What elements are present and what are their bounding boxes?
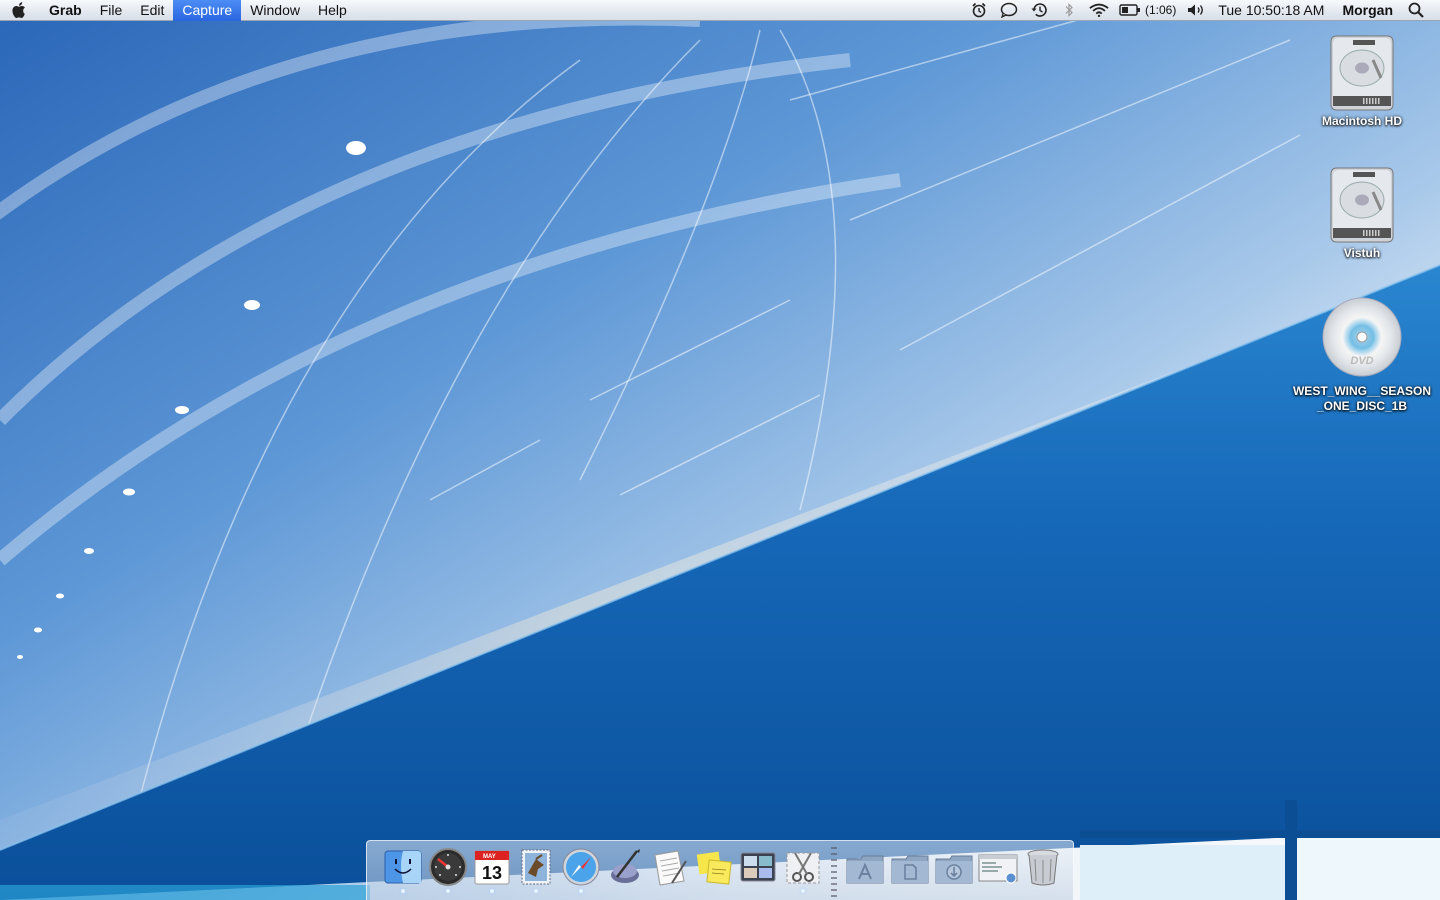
- trash-icon: [1027, 849, 1059, 886]
- volume-icon[interactable]: [1186, 0, 1206, 21]
- downloads-folder-icon: [935, 855, 973, 884]
- running-indicator: [800, 889, 805, 893]
- dock-dashboard[interactable]: [427, 847, 468, 895]
- running-indicator: [445, 889, 450, 893]
- ical-date: 13: [482, 863, 502, 883]
- menu-window[interactable]: Window: [241, 0, 309, 21]
- dock-trash[interactable]: [1022, 847, 1063, 895]
- script-editor-icon: [611, 849, 641, 883]
- dvd-disc-icon: DVD: [1322, 297, 1402, 377]
- dvd-logo: DVD: [1350, 355, 1373, 367]
- menu-file[interactable]: File: [91, 0, 132, 21]
- app-menu-grab[interactable]: Grab: [40, 0, 91, 21]
- grab-scissors-icon: [786, 852, 820, 884]
- battery-time: (1:06): [1144, 3, 1177, 17]
- desktop-wallpaper: [0, 0, 1440, 900]
- dock-downloads-stack[interactable]: [933, 847, 974, 895]
- wifi-icon[interactable]: [1089, 0, 1109, 21]
- alarm-clock-icon[interactable]: [969, 0, 989, 21]
- ichat-bubble-icon[interactable]: [999, 0, 1019, 21]
- desktop-icon-dvd[interactable]: DVD WEST_WING__SEASON_ONE_DISC_1B: [1287, 296, 1437, 414]
- running-indicator: [534, 889, 539, 893]
- dock: MAY 13: [366, 840, 1074, 900]
- documents-folder-icon: [891, 855, 929, 884]
- running-indicator: [490, 889, 495, 893]
- stickies-icon: [696, 851, 732, 885]
- battery-icon: [1119, 4, 1140, 16]
- dock-finder[interactable]: [383, 847, 424, 895]
- desktop-icon-label: Vistuh: [1343, 246, 1381, 260]
- time-machine-icon[interactable]: [1029, 0, 1049, 21]
- dock-safari[interactable]: [560, 847, 601, 895]
- applications-folder-icon: [846, 855, 884, 884]
- battery-indicator[interactable]: (1:06): [1119, 3, 1176, 17]
- desktop-icon-label: Macintosh HD: [1321, 114, 1402, 128]
- running-indicator: [401, 889, 406, 893]
- safari-compass-icon: [562, 848, 600, 886]
- desktop-icon-macintosh-hd[interactable]: Macintosh HD: [1287, 32, 1437, 129]
- ical-month: MAY: [483, 854, 496, 860]
- dock-documents-stack[interactable]: [889, 847, 930, 895]
- ical-icon: MAY 13: [474, 850, 510, 885]
- running-indicator: [578, 889, 583, 893]
- hard-drive-icon: [1330, 167, 1394, 243]
- dock-stickies[interactable]: [693, 847, 734, 895]
- screenshot-document-icon: [978, 854, 1018, 884]
- dashboard-icon: [428, 848, 467, 886]
- menu-capture[interactable]: Capture: [173, 0, 242, 21]
- textedit-icon: [654, 850, 687, 886]
- dock-spaces[interactable]: [738, 847, 779, 895]
- menu-extras: (1:06) Tue 10:50:18 AM Morgan: [964, 0, 1440, 21]
- dock-mail[interactable]: [516, 847, 557, 895]
- spaces-icon: [740, 852, 776, 882]
- desktop-icon-vistuh[interactable]: Vistuh: [1287, 164, 1437, 261]
- finder-icon: [384, 850, 422, 884]
- bluetooth-icon[interactable]: [1059, 0, 1079, 21]
- menu-help[interactable]: Help: [309, 0, 356, 21]
- dock-ical[interactable]: MAY 13: [471, 847, 512, 895]
- dock-script-editor[interactable]: [605, 847, 646, 895]
- fast-user-switch-menu[interactable]: Morgan: [1335, 2, 1400, 18]
- menu-edit[interactable]: Edit: [131, 0, 173, 21]
- dock-screenshot-document[interactable]: [978, 847, 1019, 895]
- desktop-icon-label: WEST_WING__SEASON_ONE_DISC_1B: [1292, 384, 1432, 413]
- menu-bar: Grab File Edit Capture Window Help (1:06…: [0, 0, 1440, 21]
- menubar-clock[interactable]: Tue 10:50:18 AM: [1211, 2, 1331, 18]
- dock-applications-stack[interactable]: [844, 847, 885, 895]
- hard-drive-icon: [1330, 35, 1394, 111]
- mail-stamp-icon: [521, 849, 551, 885]
- apple-menu-icon[interactable]: [0, 0, 40, 21]
- spotlight-icon[interactable]: [1406, 0, 1426, 21]
- dock-textedit[interactable]: [649, 847, 690, 895]
- dock-separator[interactable]: [831, 847, 837, 897]
- wallpaper-art: [0, 0, 1440, 900]
- dock-grab[interactable]: [782, 847, 823, 895]
